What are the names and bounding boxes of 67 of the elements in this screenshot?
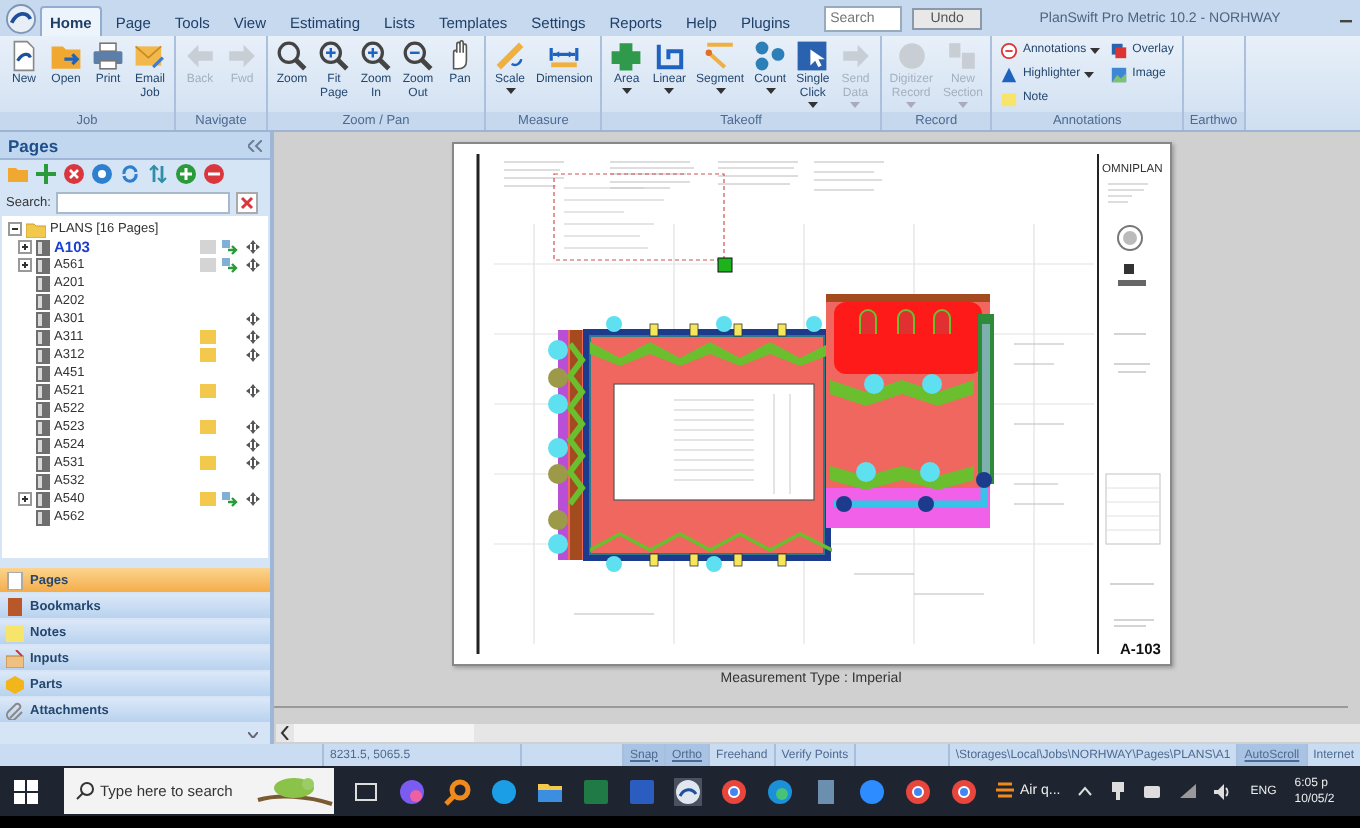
air-quality-icon — [996, 780, 1014, 802]
area-icon — [610, 40, 643, 72]
remove-icon[interactable] — [204, 164, 224, 184]
refresh-icon[interactable] — [120, 164, 140, 184]
printer-icon — [92, 40, 124, 72]
note-icon — [1000, 90, 1019, 109]
folder-icon — [50, 40, 82, 72]
note-icon — [6, 623, 24, 641]
linear-icon — [653, 40, 686, 72]
delete-icon[interactable] — [64, 164, 84, 184]
windows-start-icon[interactable] — [14, 779, 38, 803]
hexagon-icon — [6, 675, 24, 693]
expand-box-icon[interactable] — [18, 258, 32, 272]
chevron-down-icon[interactable] — [248, 731, 258, 737]
scroll-thumb[interactable] — [294, 724, 474, 742]
app-icon[interactable] — [674, 777, 702, 805]
chameleon-drawing — [254, 768, 334, 814]
cursor-icon — [796, 40, 829, 72]
panel-title: Pages — [8, 135, 59, 155]
circle-icon — [895, 40, 928, 72]
document-icon — [8, 40, 40, 72]
page-icon — [6, 571, 24, 589]
search-field[interactable] — [56, 191, 231, 213]
zoom-out-icon — [402, 40, 434, 72]
zoom-in-icon — [360, 40, 392, 72]
expand-box-icon[interactable] — [18, 492, 32, 506]
inputs-icon — [6, 649, 24, 667]
chevron-left-icon[interactable] — [280, 726, 290, 740]
expand-box-icon[interactable] — [18, 240, 32, 254]
horizontal-scrollbar[interactable] — [276, 724, 1360, 742]
paperclip-icon — [6, 701, 24, 719]
speaker-icon[interactable] — [1214, 783, 1233, 799]
search-icon — [276, 40, 308, 72]
signal-icon[interactable] — [1180, 784, 1197, 798]
dots-icon — [754, 40, 787, 72]
plus-icon[interactable] — [36, 164, 56, 184]
search-icon — [76, 782, 94, 800]
annotation-icon — [1000, 41, 1019, 60]
envelope-icon — [134, 40, 166, 72]
layers-icon — [1110, 41, 1129, 60]
zoom-in-icon — [318, 40, 350, 72]
battery-icon[interactable] — [1144, 785, 1163, 797]
add-icon[interactable] — [176, 164, 196, 184]
collapse-icon[interactable] — [248, 139, 262, 151]
spreadsheet-icon[interactable] — [582, 777, 610, 805]
arrow-right-icon — [226, 40, 258, 72]
clear-icon[interactable] — [236, 191, 259, 213]
collapse-box-icon[interactable] — [8, 222, 22, 236]
document-icon[interactable] — [628, 777, 656, 805]
bookmark-icon — [6, 597, 24, 615]
segment-icon — [704, 40, 737, 72]
browser-icon[interactable] — [720, 777, 748, 805]
image-icon — [1110, 65, 1129, 84]
sort-icon[interactable] — [148, 164, 168, 184]
magnifier-icon[interactable] — [444, 777, 472, 805]
arrow-left-icon — [184, 40, 216, 72]
settings-icon[interactable] — [92, 164, 112, 184]
ruler-icon — [494, 40, 526, 72]
arrow-right-icon — [839, 40, 872, 72]
browser-icon[interactable] — [950, 777, 978, 805]
copilot-icon[interactable] — [398, 777, 426, 805]
task-view-icon[interactable] — [352, 777, 380, 805]
app-logo-icon[interactable] — [6, 3, 36, 33]
chevron-up-icon[interactable] — [1078, 786, 1093, 796]
folder-icon — [26, 221, 46, 237]
browser-icon[interactable] — [766, 777, 794, 805]
browser-icon[interactable] — [904, 777, 932, 805]
